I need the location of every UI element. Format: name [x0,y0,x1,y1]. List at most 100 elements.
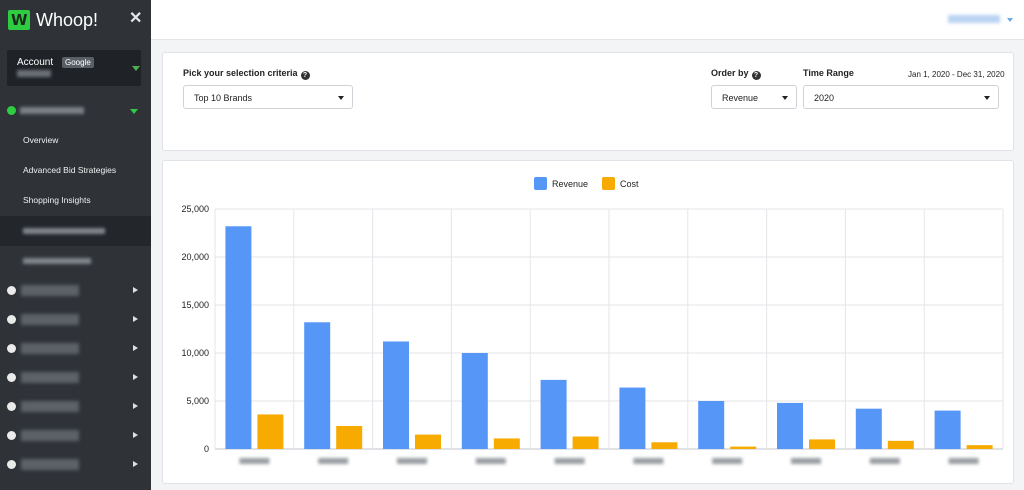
globe-icon [7,315,16,324]
caret-down-icon [338,96,344,100]
legend-swatch-cost [602,177,615,190]
sidebar-group[interactable] [0,392,151,421]
sidebar-item[interactable] [0,246,151,276]
chevron-right-icon [133,403,138,409]
caret-down-icon [782,96,788,100]
account-selector[interactable]: Account Google [7,50,141,86]
close-sidebar-icon[interactable]: ✕ [129,10,142,28]
x-category-label-redacted [948,458,979,464]
order-by-select[interactable]: Revenue [711,85,797,109]
selection-criteria-select[interactable]: Top 10 Brands [183,85,353,109]
sidebar-item-label-redacted [23,228,105,234]
sidebar-group-label-redacted [21,314,79,325]
sidebar-group-label-redacted [21,343,79,354]
brand[interactable]: Whoop! [8,9,98,31]
revenue-cost-chart: Revenue Cost 0 5,000 10,000 15,000 20,000 25,00… [181,177,1004,464]
sidebar-item-label: Shopping Insights [23,195,91,205]
chevron-right-icon [133,374,138,380]
order-by-label: Order by? [711,68,761,80]
y-tick-label: 5,000 [186,396,209,406]
x-category-label-redacted [239,458,270,464]
chart-panel: Revenue Cost 0 5,000 10,000 15,000 20,000 25,00… [162,160,1014,484]
sidebar-item-active[interactable] [0,216,151,246]
sidebar-group[interactable] [0,276,151,305]
sidebar-item-shopping-insights[interactable]: Shopping Insights [0,186,151,216]
help-icon[interactable]: ? [300,71,310,80]
x-category-label-redacted [554,458,585,464]
x-category-label-redacted [633,458,664,464]
sidebar-group-label-redacted [21,459,79,470]
bar-revenue [461,353,488,449]
app-window: Whoop! ✕ Account Google Overview Advance… [0,0,1024,490]
sidebar-group[interactable] [0,334,151,363]
globe-icon [7,460,16,469]
sidebar-group[interactable] [0,421,151,450]
user-menu-redacted[interactable] [948,15,1000,23]
selection-criteria-text: Pick your selection criteria [183,68,298,78]
top-bar [151,0,1024,40]
bar-cost [730,446,757,449]
globe-icon [7,106,16,115]
order-by-text: Order by [711,68,749,78]
y-tick-label: 10,000 [181,348,209,358]
selection-criteria-label: Pick your selection criteria? [183,68,310,80]
criteria-panel: Pick your selection criteria? Top 10 Bra… [162,52,1014,151]
sidebar-group-label-redacted [21,401,79,412]
bar-cost [336,425,363,449]
bar-cost [651,442,678,449]
bar-revenue [619,387,646,449]
chevron-down-icon [130,109,138,114]
bar-cost [493,438,520,449]
sidebar-group-label-redacted [21,372,79,383]
sidebar-group-label-redacted [21,285,79,296]
time-range-value: 2020 [814,93,835,103]
sidebar-group[interactable] [0,305,151,334]
sidebar-item-label: Advanced Bid Strategies [23,165,117,175]
legend-label-cost: Cost [620,179,639,189]
sidebar-item-label: Overview [23,135,59,145]
y-tick-label: 15,000 [181,300,209,310]
y-tick-label: 20,000 [181,252,209,262]
chevron-right-icon [133,461,138,467]
order-by-value: Revenue [722,93,759,103]
bar-revenue [540,379,567,449]
bar-revenue [698,401,725,449]
bar-revenue [225,226,252,449]
nav-group-expanded[interactable] [0,100,151,122]
x-category-label-redacted [791,458,821,464]
bar-cost [966,445,993,449]
chevron-down-icon[interactable] [1007,18,1013,22]
time-range-label: Time Range [803,68,854,78]
sidebar-item-advanced-bid-strategies[interactable]: Advanced Bid Strategies [0,156,151,186]
x-category-label-redacted [869,458,900,464]
bar-cost [415,434,441,449]
sidebar-item-overview[interactable]: Overview [0,126,151,156]
help-icon[interactable]: ? [751,71,761,80]
legend-label-revenue: Revenue [552,179,588,189]
sidebar-group[interactable] [0,450,151,479]
bar-revenue [304,322,331,449]
account-label: Account [17,57,54,68]
bar-revenue [383,341,409,449]
x-category-label-redacted [712,458,743,464]
chevron-down-icon [132,66,140,71]
nav-group-label-redacted [20,107,84,114]
selection-criteria-value: Top 10 Brands [194,93,253,103]
bar-cost [257,414,284,449]
bar-cost [572,436,599,449]
brand-logo-icon [8,10,30,30]
x-category-label-redacted [397,458,427,464]
account-name-redacted [17,70,51,77]
bar-revenue [777,402,803,449]
brand-name: Whoop! [36,9,99,30]
globe-icon [7,344,16,353]
sidebar-group[interactable] [0,363,151,392]
chevron-right-icon [133,316,138,322]
sidebar-group-label-redacted [21,430,79,441]
date-range-text: Jan 1, 2020 - Dec 31, 2020 [908,70,1005,79]
y-tick-label: 25,000 [181,204,209,214]
time-range-select[interactable]: 2020 [803,85,999,109]
account-badge: Google [62,57,94,68]
legend-swatch-revenue [534,177,547,190]
globe-icon [7,286,16,295]
